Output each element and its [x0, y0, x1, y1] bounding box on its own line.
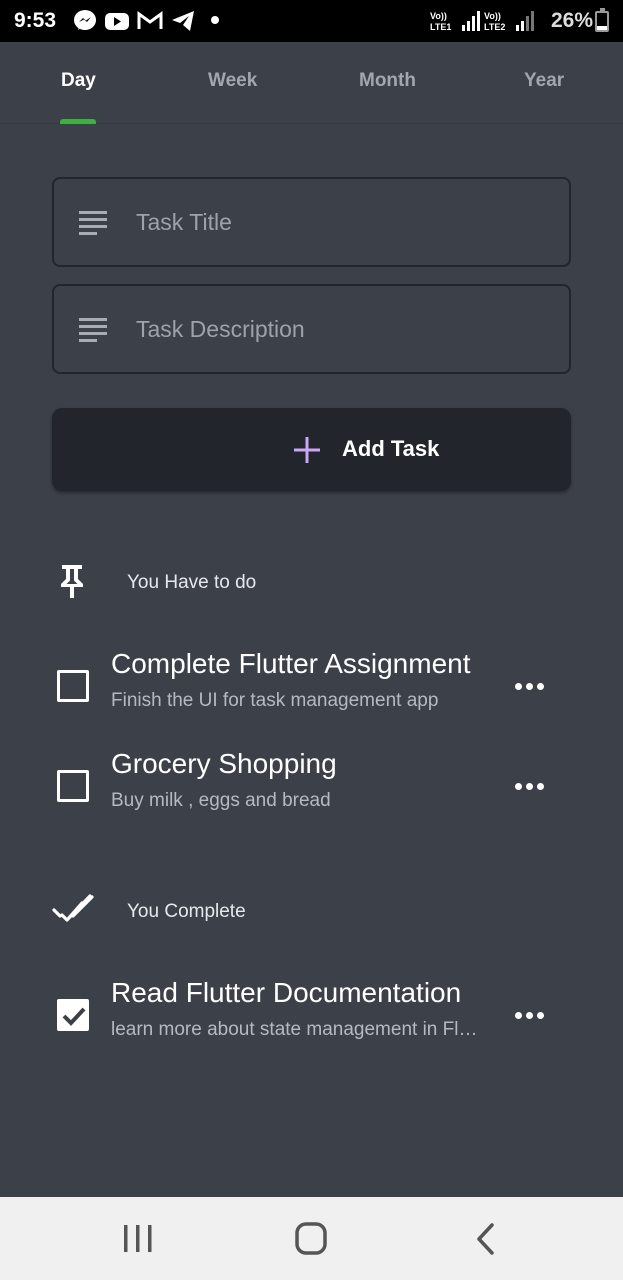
notes-icon [79, 211, 107, 235]
task-title: Read Flutter Documentation [111, 977, 462, 1008]
task-description: Buy milk , eggs and bread [111, 790, 331, 811]
task-title-field[interactable] [52, 177, 571, 267]
signal-sim2-icon: Vo)) LTE2 [484, 11, 534, 32]
battery-percent: 26% [551, 9, 594, 32]
todo-section-header: You Have to do [0, 562, 623, 602]
done-all-icon [52, 894, 94, 922]
home-icon[interactable] [291, 1221, 331, 1257]
task-title: Grocery Shopping [111, 748, 337, 779]
task-description: Finish the UI for task management app [111, 690, 439, 711]
svg-text:LTE2: LTE2 [484, 22, 505, 32]
gmail-icon [137, 11, 163, 29]
task-row: Grocery Shopping Buy milk , eggs and bre… [0, 748, 623, 828]
notes-icon [79, 318, 107, 342]
tab-month[interactable]: Month [359, 70, 416, 92]
task-checkbox-checked[interactable] [57, 999, 89, 1031]
task-description: learn more about state management in Flu… [111, 1019, 486, 1040]
svg-text:Vo)): Vo)) [430, 11, 447, 21]
tab-week[interactable]: Week [208, 70, 257, 92]
task-checkbox[interactable] [57, 770, 89, 802]
more-notifications-dot [211, 16, 219, 24]
task-title: Complete Flutter Assignment [111, 648, 471, 679]
todo-section-title: You Have to do [127, 572, 257, 593]
push-pin-icon [61, 565, 83, 598]
add-task-label: Add Task [342, 436, 440, 461]
status-bar: 9:53 Vo)) LTE1 Vo)) LTE2 26% [0, 0, 623, 42]
add-task-button[interactable]: Add Task [52, 408, 571, 491]
system-nav-bar [0, 1197, 623, 1280]
active-tab-indicator [60, 119, 96, 124]
battery-level-fill [597, 25, 607, 30]
task-row: Complete Flutter Assignment Finish the U… [0, 648, 623, 728]
task-title-input[interactable] [136, 179, 556, 265]
complete-section-title: You Complete [127, 901, 246, 922]
checkmark-icon [62, 1007, 86, 1026]
svg-text:Vo)): Vo)) [484, 11, 501, 21]
status-time: 9:53 [14, 9, 57, 32]
signal-sim1-icon: Vo)) LTE1 [430, 11, 480, 32]
tab-day[interactable]: Day [61, 70, 96, 92]
svg-text:LTE1: LTE1 [430, 22, 451, 32]
task-description-input[interactable] [136, 286, 556, 372]
more-options-icon[interactable] [510, 1003, 548, 1027]
back-icon[interactable] [466, 1221, 506, 1257]
battery-icon [595, 8, 609, 32]
complete-section-header: You Complete [0, 891, 623, 931]
tab-year[interactable]: Year [524, 70, 564, 92]
telegram-icon [172, 11, 194, 31]
more-options-icon[interactable] [510, 674, 548, 698]
task-row: Read Flutter Documentation learn more ab… [0, 977, 623, 1057]
period-tab-bar: Day Week Month Year [0, 42, 623, 124]
messenger-icon [74, 10, 96, 30]
youtube-icon [105, 13, 129, 30]
task-checkbox[interactable] [57, 670, 89, 702]
task-description-field[interactable] [52, 284, 571, 374]
recent-apps-icon[interactable] [118, 1221, 158, 1257]
plus-icon [294, 437, 320, 463]
more-options-icon[interactable] [510, 774, 548, 798]
